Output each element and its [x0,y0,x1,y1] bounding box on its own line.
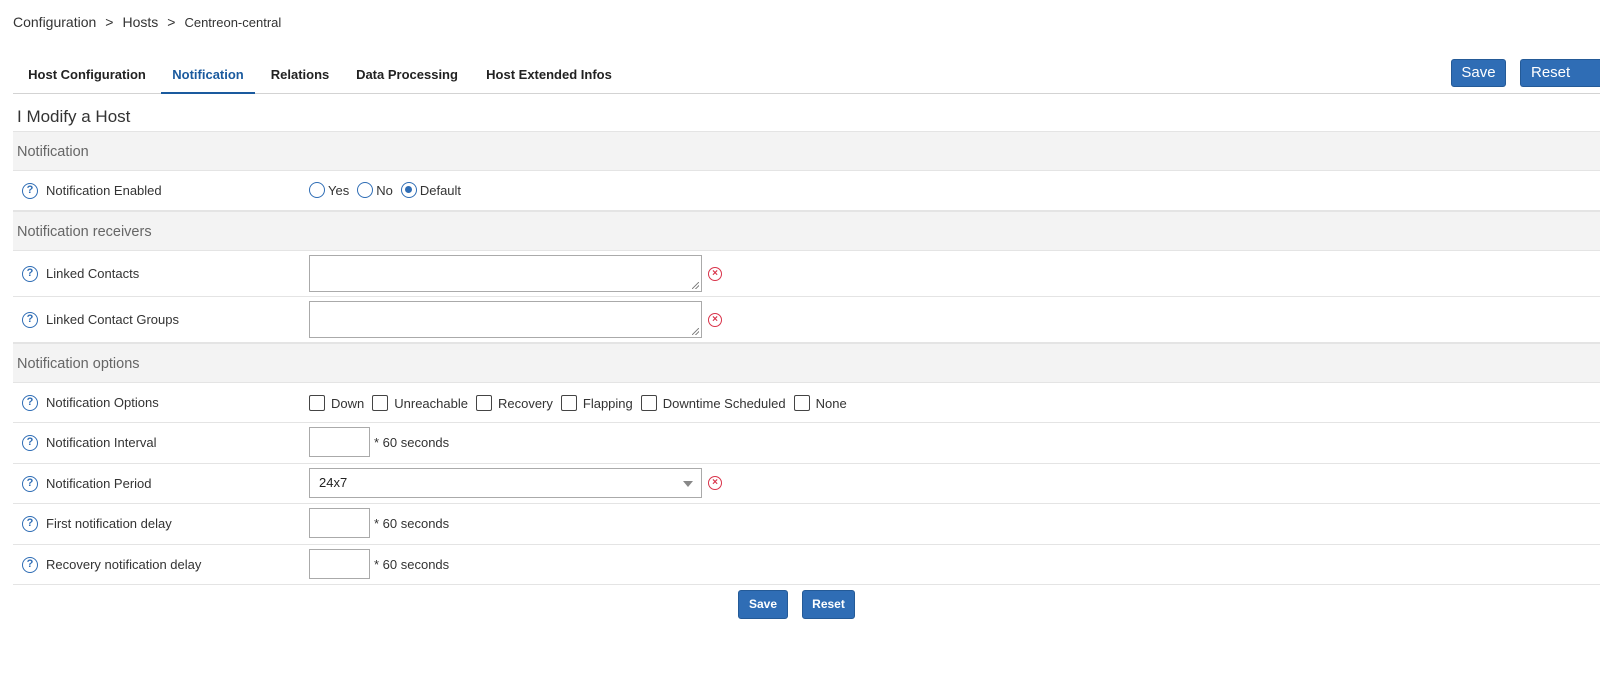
tab-host-extended-infos[interactable]: Host Extended Infos [469,57,629,94]
notification-interval-field: * 60 seconds [309,427,449,457]
checkbox-none[interactable]: None [793,395,847,411]
breadcrumb-separator: > [105,14,114,30]
section-notification: Notification [13,131,1600,171]
checkbox-downtime-scheduled[interactable]: Downtime Scheduled [640,395,786,411]
first-notification-delay-field: * 60 seconds [309,508,449,538]
checkbox-none-label: None [815,395,847,411]
notification-enabled-label: Notification Enabled [46,183,162,198]
help-icon[interactable]: ? [22,557,38,573]
tab-bar: Host Configuration Notification Relation… [13,57,1600,94]
checkbox-downtime-scheduled-label: Downtime Scheduled [662,395,786,411]
radio-yes-circle[interactable] [309,182,325,198]
notification-options-label: Notification Options [46,395,159,410]
notification-period-value: 24x7 [319,475,348,490]
checkbox-flapping-label: Flapping [582,395,633,411]
page-title: I Modify a Host [17,107,131,126]
notification-period-label: Notification Period [46,476,152,491]
notification-period-select[interactable]: 24x7 [309,468,702,498]
row-first-notification-delay: ? First notification delay * 60 seconds [13,504,1600,545]
linked-contacts-field: × [309,255,722,292]
radio-default[interactable]: Default [400,182,462,198]
checkbox-unreachable[interactable]: Unreachable [372,395,468,411]
row-notification-options: ? Notification Options Down Unreachable … [13,383,1600,423]
linked-contact-groups-field: × [309,301,722,338]
caret-down-icon[interactable] [683,481,693,487]
radio-no-label: No [376,182,393,198]
reset-button[interactable]: Reset [802,590,855,619]
row-notification-interval: ? Notification Interval * 60 seconds [13,423,1600,464]
help-icon[interactable]: ? [22,312,38,328]
notification-interval-unit: * 60 seconds [374,434,450,450]
help-icon[interactable]: ? [22,476,38,492]
checkbox-recovery-box[interactable] [475,395,492,411]
help-icon[interactable]: ? [22,395,38,411]
notification-options-checkboxes: Down Unreachable Recovery Flapping Downt… [309,395,855,411]
recovery-notification-delay-unit: * 60 seconds [374,556,450,572]
row-recovery-notification-delay: ? Recovery notification delay * 60 secon… [13,545,1600,585]
first-notification-delay-label: First notification delay [46,516,172,531]
save-button-top[interactable]: Save [1451,59,1506,87]
help-icon[interactable]: ? [22,516,38,532]
breadcrumb-separator: > [167,14,176,30]
radio-default-circle[interactable] [400,182,417,198]
host-notification-form: Notification ? Notification Enabled Yes … [13,131,1600,585]
notification-interval-input[interactable] [309,427,370,457]
radio-yes[interactable]: Yes [309,182,349,198]
notification-interval-label: Notification Interval [46,435,157,450]
remove-circle-icon[interactable]: × [708,312,722,327]
section-notification-receivers: Notification receivers [13,211,1600,251]
reset-button-top[interactable]: Reset [1520,59,1600,87]
linked-contacts-label: Linked Contacts [46,266,140,281]
tab-notification[interactable]: Notification [161,57,255,94]
checkbox-unreachable-label: Unreachable [394,395,468,411]
linked-contacts-input[interactable] [309,255,702,292]
recovery-notification-delay-label: Recovery notification delay [46,557,202,572]
row-linked-contact-groups: ? Linked Contact Groups × [13,297,1600,343]
breadcrumb-hosts[interactable]: Hosts [122,14,158,30]
save-button[interactable]: Save [738,590,788,619]
checkbox-down-box[interactable] [309,395,325,411]
radio-no[interactable]: No [357,182,393,198]
linked-contact-groups-label: Linked Contact Groups [46,312,179,327]
checkbox-none-box[interactable] [793,395,810,411]
recovery-notification-delay-field: * 60 seconds [309,549,449,579]
help-icon[interactable]: ? [22,435,38,451]
tab-host-configuration[interactable]: Host Configuration [13,57,161,94]
breadcrumb-configuration[interactable]: Configuration [13,14,96,30]
remove-circle-icon[interactable]: × [708,476,722,490]
radio-yes-label: Yes [328,182,350,198]
first-notification-delay-unit: * 60 seconds [374,515,450,531]
remove-circle-icon[interactable]: × [708,266,722,281]
checkbox-downtime-scheduled-box[interactable] [640,395,657,411]
breadcrumb: Configuration > Hosts > Centreon-central [13,14,281,30]
radio-default-label: Default [419,182,462,198]
tab-relations[interactable]: Relations [255,57,345,94]
notification-enabled-radios: Yes No Default [309,182,469,198]
first-notification-delay-input[interactable] [309,508,370,538]
row-notification-period: ? Notification Period 24x7 × [13,464,1600,504]
checkbox-flapping[interactable]: Flapping [560,395,633,411]
row-notification-enabled: ? Notification Enabled Yes No Default [13,171,1600,211]
help-icon[interactable]: ? [22,266,38,282]
checkbox-down-label: Down [331,395,365,411]
notification-period-field: 24x7 × [309,468,722,498]
checkbox-recovery[interactable]: Recovery [475,395,553,411]
help-icon[interactable]: ? [22,183,38,199]
radio-no-circle[interactable] [357,182,374,198]
section-notification-options: Notification options [13,343,1600,383]
recovery-notification-delay-input[interactable] [309,549,370,579]
tab-data-processing[interactable]: Data Processing [345,57,469,94]
breadcrumb-current-host: Centreon-central [184,14,282,30]
linked-contact-groups-input[interactable] [309,301,702,338]
checkbox-recovery-label: Recovery [497,395,553,411]
row-linked-contacts: ? Linked Contacts × [13,251,1600,297]
checkbox-down[interactable]: Down [309,395,364,411]
checkbox-unreachable-box[interactable] [372,395,389,411]
checkbox-flapping-box[interactable] [560,395,577,411]
